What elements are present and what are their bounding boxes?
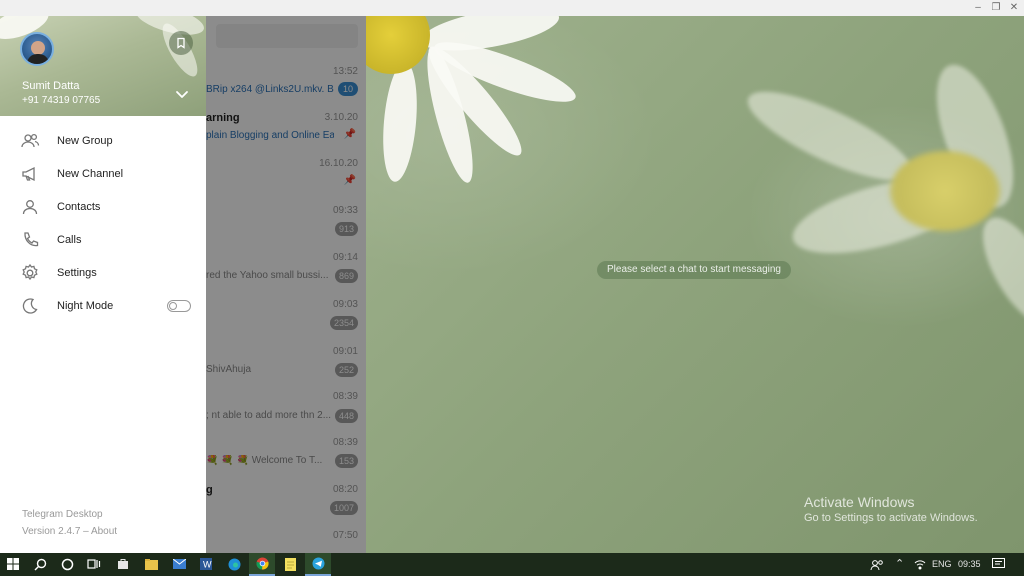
minimize-icon[interactable]: – xyxy=(972,2,984,14)
menu-item-label: Contacts xyxy=(57,201,101,213)
bookmark-icon[interactable] xyxy=(169,31,193,55)
language-indicator[interactable]: ENG xyxy=(932,553,952,576)
menu-item-label: Night Mode xyxy=(57,300,114,312)
menu-item-settings[interactable]: Settings xyxy=(0,256,206,289)
contacts-icon xyxy=(20,197,40,217)
chevron-up-icon[interactable]: ⌃ xyxy=(895,553,904,576)
night-mode-toggle[interactable] xyxy=(167,300,191,312)
menu-item-calls[interactable]: Calls xyxy=(0,223,206,256)
close-icon[interactable]: ✕ xyxy=(1008,2,1020,14)
phone-icon xyxy=(20,230,40,250)
side-menu: Sumit Datta +91 74319 07765 New Group Ne… xyxy=(0,16,206,553)
app-version-about[interactable]: Version 2.4.7 – About xyxy=(22,526,117,537)
telegram-icon[interactable] xyxy=(305,553,331,576)
windows-start-icon[interactable] xyxy=(0,553,26,576)
word-icon[interactable]: W xyxy=(193,553,219,576)
user-phone: +91 74319 07765 xyxy=(22,95,101,106)
wifi-icon[interactable] xyxy=(914,553,926,576)
activate-windows-watermark: Activate Windows Go to Settings to activ… xyxy=(804,494,978,524)
menu-header: Sumit Datta +91 74319 07765 xyxy=(0,16,206,116)
notes-icon[interactable] xyxy=(277,553,303,576)
clock[interactable]: 09:35 xyxy=(958,553,981,576)
edge-icon[interactable] xyxy=(221,553,247,576)
megaphone-icon xyxy=(20,164,40,184)
menu-item-night-mode[interactable]: Night Mode xyxy=(0,289,206,322)
mail-icon[interactable] xyxy=(166,553,192,576)
cortana-icon[interactable] xyxy=(54,553,80,576)
menu-item-label: New Channel xyxy=(57,168,124,180)
menu-item-label: Calls xyxy=(57,234,82,246)
restore-icon[interactable]: ❐ xyxy=(990,2,1002,14)
menu-item-label: Settings xyxy=(57,267,97,279)
chrome-icon[interactable] xyxy=(249,553,275,576)
people-icon[interactable] xyxy=(870,553,884,576)
store-icon[interactable] xyxy=(110,553,136,576)
taskbar: W ⌃ ENG 09:35 xyxy=(0,553,1024,576)
menu-item-new-channel[interactable]: New Channel xyxy=(0,157,206,190)
menu-item-new-group[interactable]: New Group xyxy=(0,124,206,157)
new-group-icon xyxy=(20,131,40,151)
avatar[interactable] xyxy=(20,32,54,66)
notifications-icon[interactable] xyxy=(992,553,1005,576)
search-icon[interactable] xyxy=(27,553,53,576)
user-name: Sumit Datta xyxy=(22,80,80,92)
chevron-down-icon[interactable] xyxy=(172,84,192,104)
task-view-icon[interactable] xyxy=(81,553,107,576)
window-title-bar: – ❐ ✕ xyxy=(0,0,1024,16)
menu-item-label: New Group xyxy=(57,135,113,147)
svg-text:W: W xyxy=(203,560,212,570)
moon-icon xyxy=(20,296,40,316)
file-explorer-icon[interactable] xyxy=(138,553,164,576)
activate-title: Activate Windows xyxy=(804,494,915,510)
empty-chat-message: Please select a chat to start messaging xyxy=(597,261,791,279)
menu-item-contacts[interactable]: Contacts xyxy=(0,190,206,223)
activate-subtitle: Go to Settings to activate Windows. xyxy=(804,512,978,524)
app-name[interactable]: Telegram Desktop xyxy=(22,509,103,520)
gear-icon xyxy=(20,263,40,283)
